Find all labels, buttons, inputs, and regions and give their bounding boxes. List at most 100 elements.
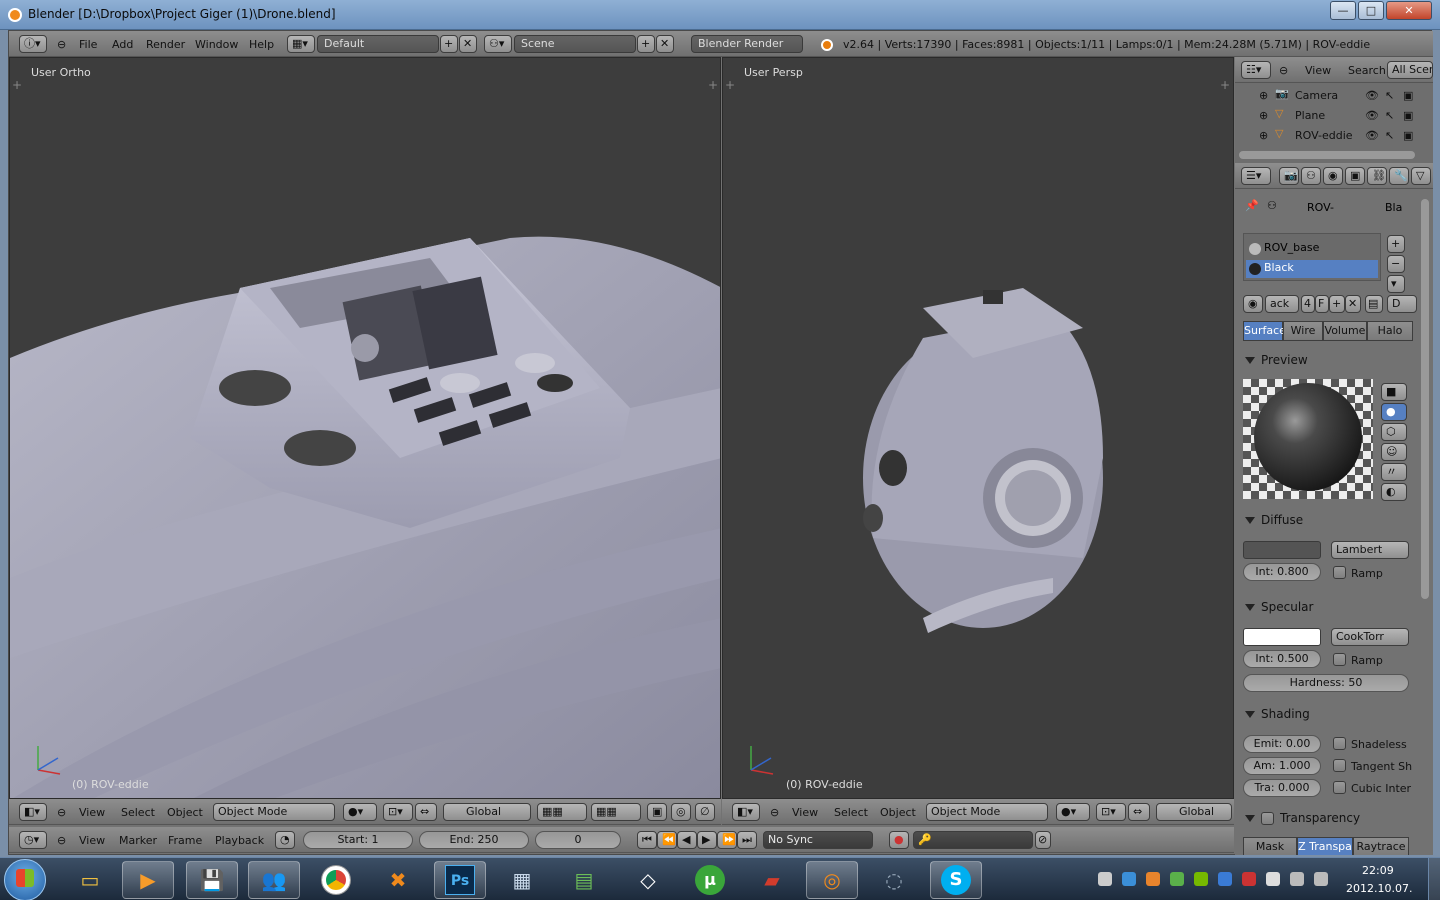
blender-taskbar-button[interactable]: ◎ bbox=[806, 861, 858, 899]
next-keyframe-button[interactable]: ⏩ bbox=[717, 831, 737, 849]
viewport-corner-icon[interactable]: + bbox=[725, 78, 735, 92]
editor-type-button[interactable]: ◧▾ bbox=[732, 803, 760, 821]
record-button[interactable]: ● bbox=[889, 831, 909, 849]
start-frame-field[interactable]: Start: 1 bbox=[303, 831, 413, 849]
chrome-taskbar-button[interactable] bbox=[310, 861, 362, 899]
render-toggle-icon[interactable]: ▣ bbox=[1403, 89, 1413, 102]
tab-volume[interactable]: Volume bbox=[1323, 321, 1367, 341]
viewport-corner-icon[interactable]: + bbox=[708, 78, 718, 92]
visibility-icon[interactable]: 👁 bbox=[1365, 109, 1379, 122]
menu-help[interactable]: Help bbox=[249, 38, 274, 51]
tab-mask[interactable]: Mask bbox=[1243, 837, 1297, 855]
diffuse-ramp-checkbox[interactable] bbox=[1333, 566, 1346, 579]
preview-flat-icon[interactable]: ■ bbox=[1381, 383, 1407, 401]
translucency-field[interactable]: Tra: 0.000 bbox=[1243, 779, 1321, 797]
lock-layers-icon[interactable]: ▣ bbox=[647, 803, 667, 821]
menu-search[interactable]: Search bbox=[1348, 64, 1386, 77]
scene-icon[interactable]: ⚇▾ bbox=[484, 35, 512, 53]
material-name-field[interactable]: ack bbox=[1265, 295, 1299, 313]
modifier-context-icon[interactable]: 🔧 bbox=[1389, 167, 1409, 185]
app-tray-icon[interactable] bbox=[1218, 872, 1232, 886]
preview-range-toggle[interactable]: ◔ bbox=[275, 831, 295, 849]
material-browse-icon[interactable]: ◉ bbox=[1243, 295, 1263, 313]
menu-playback[interactable]: Playback bbox=[215, 834, 264, 847]
material-users-field[interactable]: 4 bbox=[1301, 295, 1315, 313]
jump-start-button[interactable]: ⏮ bbox=[637, 831, 657, 849]
material-slot[interactable]: Black bbox=[1246, 260, 1378, 278]
outliner-row[interactable]: ⊕ ▽ Plane 👁 ↖ ▣ bbox=[1235, 107, 1433, 127]
sync-select[interactable]: No Sync bbox=[763, 831, 873, 849]
add-slot-button[interactable]: + bbox=[1387, 235, 1405, 253]
task-manager-taskbar-button[interactable]: ▤ bbox=[558, 861, 610, 899]
shadeless-checkbox[interactable] bbox=[1333, 737, 1346, 750]
expand-icon[interactable]: ⊕ bbox=[1259, 129, 1268, 142]
world-context-icon[interactable]: ◉ bbox=[1323, 167, 1343, 185]
menu-marker[interactable]: Marker bbox=[119, 834, 157, 847]
collapse-icon[interactable]: ⊖ bbox=[770, 806, 779, 819]
hardness-field[interactable]: Hardness: 50 bbox=[1243, 674, 1409, 692]
viewport-corner-icon[interactable]: + bbox=[12, 78, 22, 92]
render-toggle-icon[interactable]: ▣ bbox=[1403, 129, 1413, 142]
snap-icon[interactable]: ∅ bbox=[695, 803, 715, 821]
specular-panel-header[interactable]: Specular bbox=[1235, 600, 1415, 622]
menu-view[interactable]: View bbox=[1305, 64, 1331, 77]
editor-type-button[interactable]: ☷▾ bbox=[1241, 61, 1271, 79]
app-tray-icon[interactable] bbox=[1170, 872, 1184, 886]
prev-keyframe-button[interactable]: ⏪ bbox=[657, 831, 677, 849]
preview-panel-header[interactable]: Preview bbox=[1235, 353, 1415, 375]
shading-select[interactable]: ●▾ bbox=[343, 803, 377, 821]
select-toggle-icon[interactable]: ↖ bbox=[1385, 89, 1394, 102]
render-toggle-icon[interactable]: ▣ bbox=[1403, 109, 1413, 122]
specular-intensity-field[interactable]: Int: 0.500 bbox=[1243, 650, 1321, 668]
media-player-taskbar-button[interactable]: ▶ bbox=[122, 861, 174, 899]
preview-hair-icon[interactable]: 〃 bbox=[1381, 463, 1407, 481]
preview-monkey-icon[interactable]: ☺ bbox=[1381, 443, 1407, 461]
add-scene-button[interactable]: + bbox=[637, 35, 655, 53]
play-reverse-button[interactable]: ◀ bbox=[677, 831, 697, 849]
skype-taskbar-button[interactable]: S bbox=[930, 861, 982, 899]
outliner-item-label[interactable]: Camera bbox=[1295, 89, 1338, 102]
menu-file[interactable]: File bbox=[79, 38, 97, 51]
select-toggle-icon[interactable]: ↖ bbox=[1385, 109, 1394, 122]
shading-select[interactable]: ●▾ bbox=[1056, 803, 1090, 821]
pivot-select[interactable]: ⊡▾ bbox=[383, 803, 413, 821]
editor-type-button[interactable]: ◷▾ bbox=[19, 831, 47, 849]
volume-tray-icon[interactable] bbox=[1290, 872, 1304, 886]
properties-scrollbar[interactable] bbox=[1421, 199, 1429, 599]
material-nodes-icon[interactable]: ▤ bbox=[1365, 295, 1383, 313]
editor-type-button[interactable]: ☰▾ bbox=[1241, 167, 1271, 185]
end-frame-field[interactable]: End: 250 bbox=[419, 831, 529, 849]
loading-taskbar-button[interactable]: ◌ bbox=[868, 861, 920, 899]
preview-sky-icon[interactable]: ◐ bbox=[1381, 483, 1407, 501]
transform-orientation-select[interactable]: Global bbox=[1156, 803, 1232, 821]
menu-render[interactable]: Render bbox=[146, 38, 185, 51]
menu-view[interactable]: View bbox=[79, 806, 105, 819]
mode-select[interactable]: Object Mode bbox=[926, 803, 1048, 821]
material-slot[interactable]: ROV_base bbox=[1246, 240, 1378, 258]
menu-object[interactable]: Object bbox=[880, 806, 916, 819]
screen-layout-field[interactable]: Default bbox=[317, 35, 439, 53]
transform-orientation-select[interactable]: Global bbox=[443, 803, 531, 821]
menu-add[interactable]: Add bbox=[112, 38, 133, 51]
render-context-icon[interactable]: 📷 bbox=[1279, 167, 1299, 185]
cubic-interpolation-checkbox[interactable] bbox=[1333, 781, 1346, 794]
outliner-item-label[interactable]: ROV-eddie bbox=[1295, 129, 1353, 142]
keying-set-field[interactable]: 🔑 bbox=[913, 831, 1033, 849]
diffuse-panel-header[interactable]: Diffuse bbox=[1235, 513, 1415, 535]
app-tray-icon[interactable] bbox=[1146, 872, 1160, 886]
outliner-row[interactable]: ⊕ 📷 Camera 👁 ↖ ▣ bbox=[1235, 87, 1433, 107]
tab-wire[interactable]: Wire bbox=[1283, 321, 1323, 341]
data-link-select[interactable]: D bbox=[1387, 295, 1417, 313]
folder-taskbar-button[interactable]: ▰ bbox=[746, 861, 798, 899]
maximize-button[interactable]: □ bbox=[1358, 1, 1384, 20]
layers-grid[interactable]: ▦▦ bbox=[537, 803, 587, 821]
diffuse-color-swatch[interactable] bbox=[1243, 541, 1321, 559]
steam-tray-icon[interactable] bbox=[1098, 872, 1112, 886]
collapse-icon[interactable]: ⊖ bbox=[57, 38, 66, 51]
menu-select[interactable]: Select bbox=[834, 806, 868, 819]
data-context-icon[interactable]: ▽ bbox=[1411, 167, 1431, 185]
show-desktop-button[interactable] bbox=[1428, 858, 1440, 900]
scene-field[interactable]: Scene bbox=[514, 35, 636, 53]
calculator-taskbar-button[interactable]: ▦ bbox=[496, 861, 548, 899]
collapse-icon[interactable]: ⊖ bbox=[57, 834, 66, 847]
